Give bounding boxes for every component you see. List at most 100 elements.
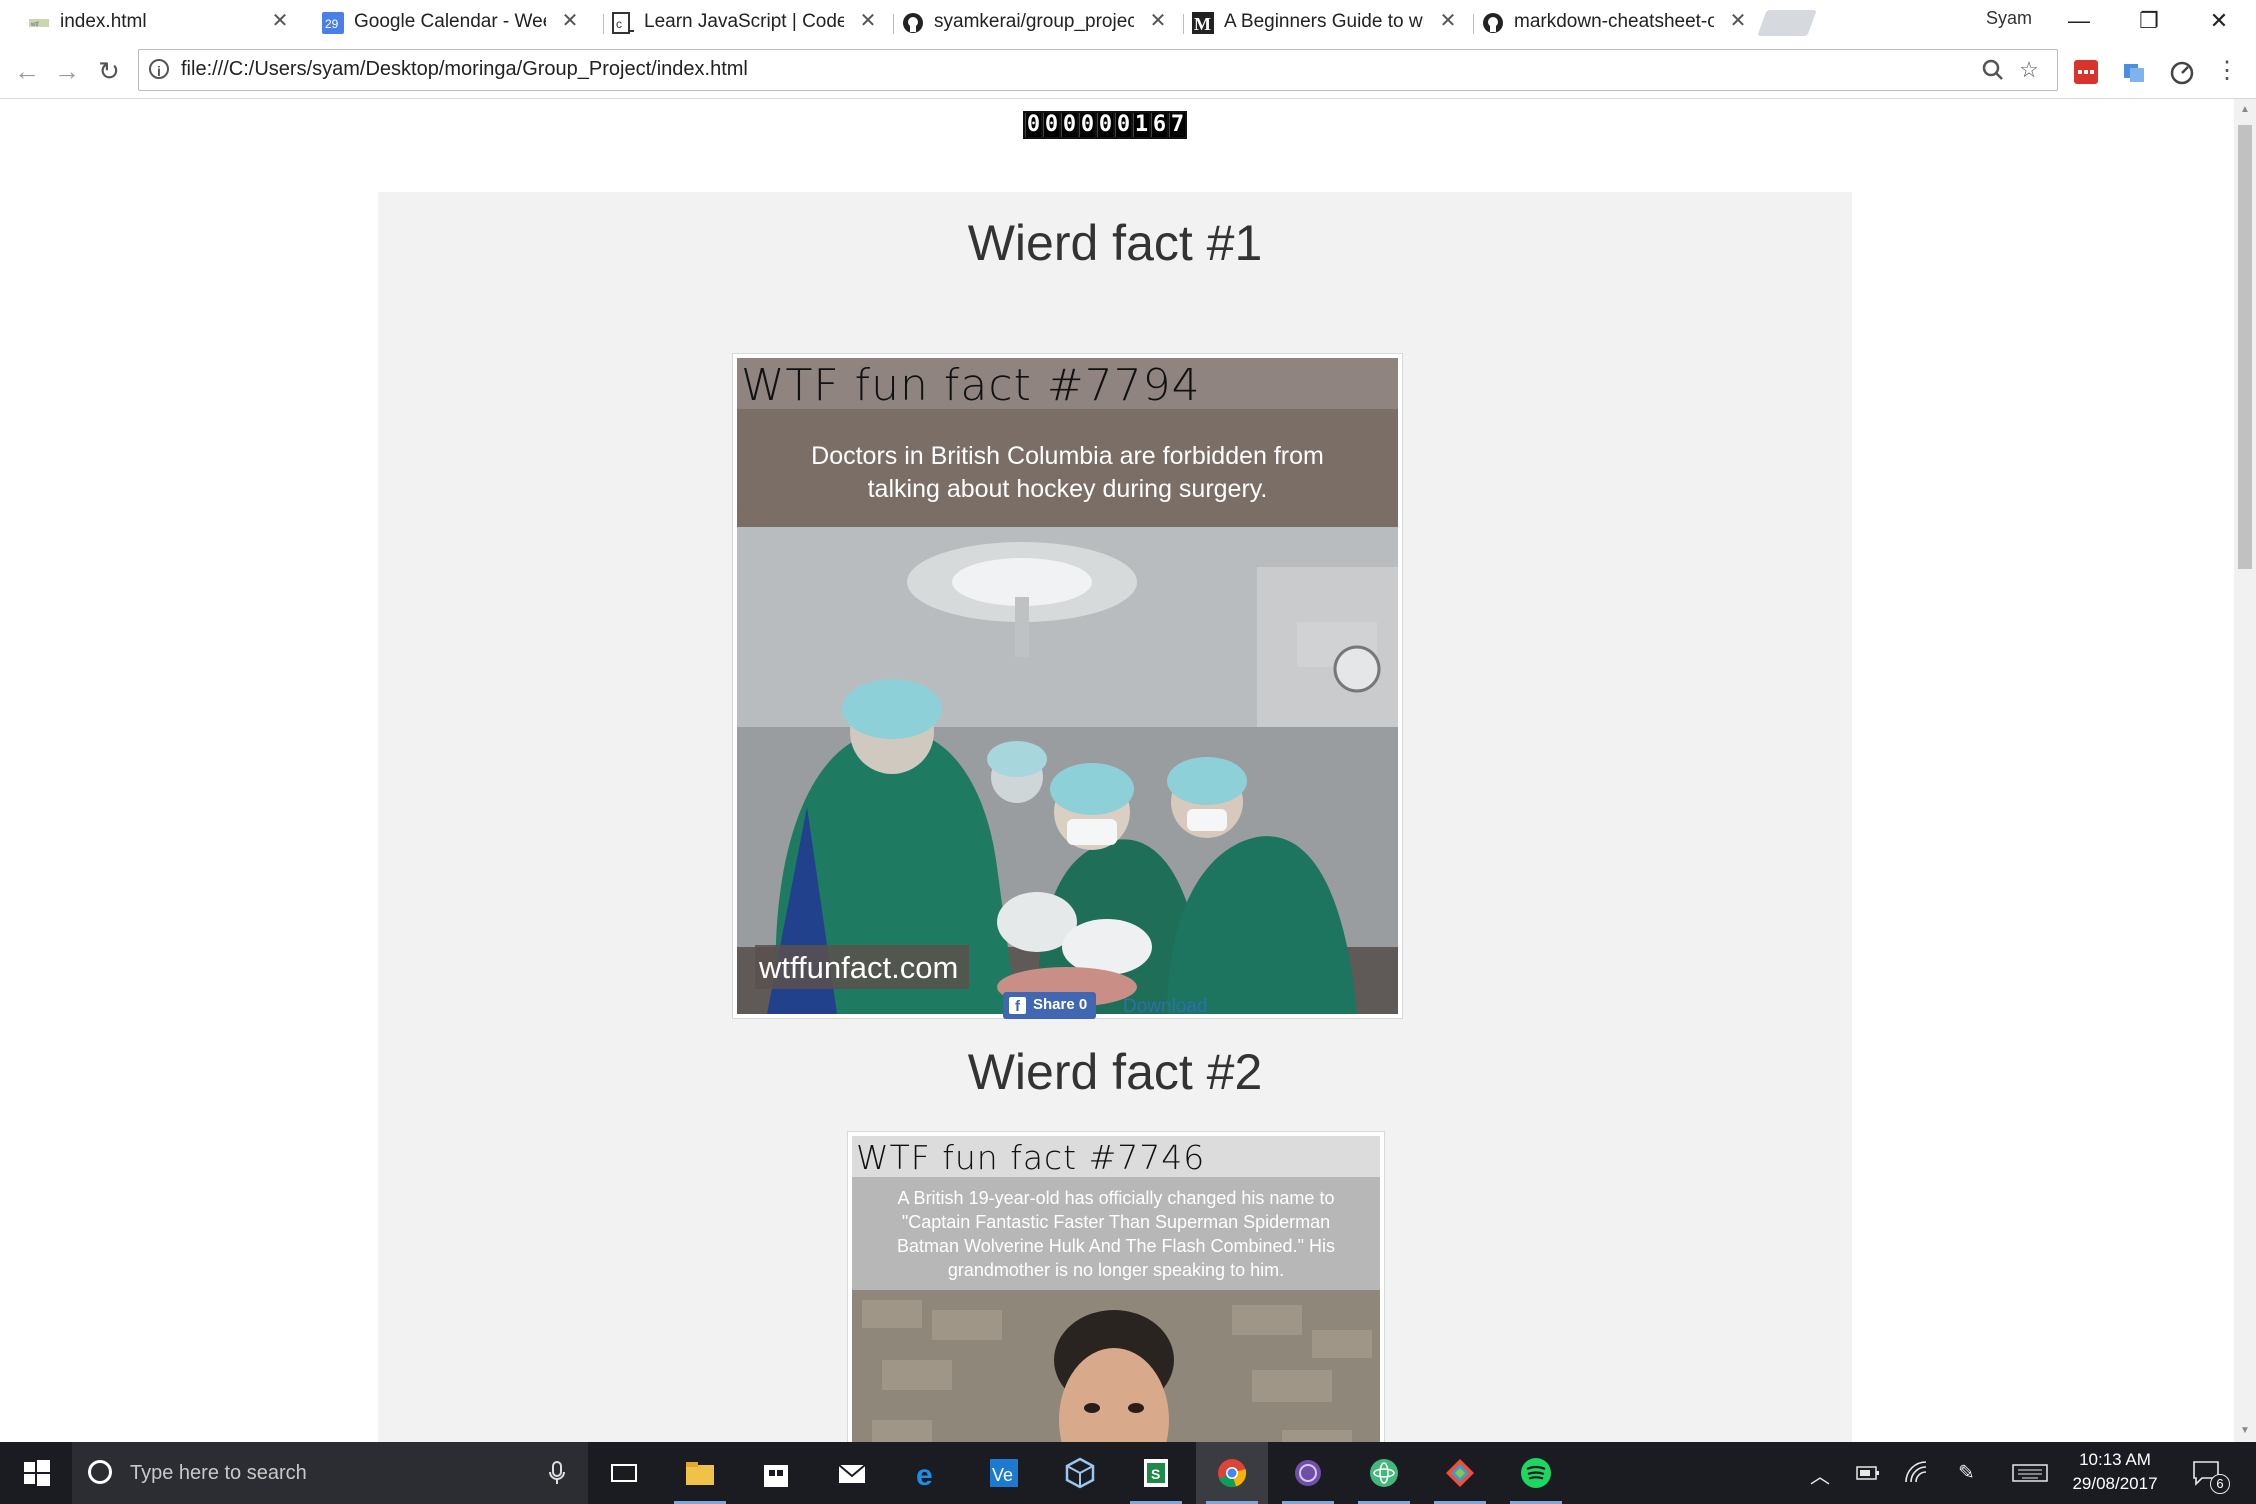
mail-icon[interactable] xyxy=(816,1442,888,1504)
visual-studio-code-icon[interactable]: Ve xyxy=(968,1442,1040,1504)
fact-1-text-line: talking about hockey during surgery. xyxy=(867,475,1268,503)
windows-taskbar: Type here to search e Ve S ︿ ✎ 10:13 AM … xyxy=(0,1442,2256,1504)
counter-digit: 6 xyxy=(1151,112,1167,137)
git-kraken-icon[interactable] xyxy=(1424,1442,1496,1504)
fact-2-banner-title: WTF fun fact #7746 xyxy=(856,1138,1206,1177)
virtualbox-icon[interactable] xyxy=(1044,1442,1116,1504)
fact-1-image: WTF fun fact #7794 Doctors in British Co… xyxy=(737,358,1398,1014)
tab-title: Learn JavaScript | Codeca xyxy=(644,11,844,32)
restore-icon[interactable]: ❐ xyxy=(2114,0,2184,44)
chrome-taskbar-icon[interactable] xyxy=(1196,1442,1268,1504)
web-page: 0 0 0 0 0 0 1 6 7 Wierd fact #1 WTF fun … xyxy=(0,99,2234,1442)
close-window-icon[interactable]: ✕ xyxy=(2184,0,2254,44)
svg-text:e: e xyxy=(916,1459,933,1489)
counter-digit: 0 xyxy=(1043,112,1059,137)
fact-2-text: A British 19-year-old has officially cha… xyxy=(852,1186,1380,1282)
tab-title: Google Calendar - Week xyxy=(354,11,546,32)
search-placeholder: Type here to search xyxy=(130,1462,307,1484)
atom-editor-icon[interactable] xyxy=(1348,1442,1420,1504)
tab-strip: wtf index.html ✕ 29 Google Calendar - We… xyxy=(0,0,2256,44)
windows-start-icon[interactable] xyxy=(0,1442,72,1504)
counter-digit: 0 xyxy=(1025,112,1041,137)
show-hidden-icons-chevron-icon[interactable]: ︿ xyxy=(1810,1460,1830,1489)
tab-index-html[interactable]: wtf index.html ✕ xyxy=(6,0,306,44)
share-button-label: Share 0 xyxy=(1033,996,1088,1013)
extension-red-icon[interactable] xyxy=(2072,58,2100,86)
tab-github-group-project[interactable]: syamkerai/group_project ✕ xyxy=(894,0,1184,44)
close-tab-icon[interactable]: ✕ xyxy=(1146,9,1170,33)
tab-medium[interactable]: M A Beginners Guide to wri ✕ xyxy=(1184,0,1474,44)
store-icon[interactable] xyxy=(740,1442,812,1504)
tab-title: index.html xyxy=(60,11,147,32)
profile-name[interactable]: Syam xyxy=(1986,8,2032,29)
extension-gauge-icon[interactable] xyxy=(2168,58,2196,86)
fact-1-text-line: Doctors in British Columbia are forbidde… xyxy=(811,442,1324,470)
tab-google-calendar[interactable]: 29 Google Calendar - Week ✕ xyxy=(306,0,596,44)
fact-2-text-line: Batman Wolverine Hulk And The Flash Comb… xyxy=(897,1236,1335,1256)
tor-browser-icon[interactable] xyxy=(1272,1442,1344,1504)
scrollbar-thumb[interactable] xyxy=(2238,125,2252,569)
medium-icon: M xyxy=(1192,12,1214,34)
wifi-icon[interactable] xyxy=(1904,1460,1930,1484)
info-icon[interactable]: i xyxy=(149,59,169,79)
tab-title: syamkerai/group_project xyxy=(934,11,1134,32)
facebook-share-button[interactable]: f Share 0 xyxy=(1003,992,1096,1019)
pen-workspace-icon[interactable]: ✎ xyxy=(1958,1460,1975,1485)
counter-digit: 1 xyxy=(1133,112,1149,137)
page-scrollbar[interactable]: ▲ ▼ xyxy=(2234,99,2256,1442)
address-bar[interactable]: i file:///C:/Users/syam/Desktop/moringa/… xyxy=(138,49,2058,91)
reload-icon[interactable]: ↻ xyxy=(94,56,124,86)
fact-1-watermark: wtffunfact.com xyxy=(759,950,959,985)
fact-2-image: WTF fun fact #7746 A British 19-year-old… xyxy=(852,1136,1380,1442)
spotify-icon[interactable] xyxy=(1500,1442,1572,1504)
counter-digit: 7 xyxy=(1169,112,1185,137)
surgery-photo xyxy=(737,527,1398,1014)
github-icon xyxy=(903,13,923,33)
chrome-menu-icon[interactable]: ⋮ xyxy=(2212,56,2242,86)
close-tab-icon[interactable]: ✕ xyxy=(558,9,582,33)
close-tab-icon[interactable]: ✕ xyxy=(856,9,880,33)
svg-text:S: S xyxy=(1151,1466,1160,1482)
microphone-icon[interactable] xyxy=(546,1460,568,1486)
sway-icon[interactable]: S xyxy=(1120,1442,1192,1504)
close-tab-icon[interactable]: ✕ xyxy=(1436,9,1460,33)
system-clock[interactable]: 10:13 AM 29/08/2017 xyxy=(2060,1448,2170,1496)
svg-text:29: 29 xyxy=(325,17,339,31)
download-link[interactable]: Download xyxy=(1123,996,1208,1018)
tab-codecademy[interactable]: c Learn JavaScript | Codeca ✕ xyxy=(604,0,894,44)
touch-keyboard-icon[interactable] xyxy=(2012,1464,2048,1482)
bookmark-star-icon[interactable]: ☆ xyxy=(2015,56,2043,84)
counter-digit: 0 xyxy=(1115,112,1131,137)
close-tab-icon[interactable]: ✕ xyxy=(268,9,292,33)
action-center-icon[interactable]: 6 xyxy=(2190,1456,2230,1494)
battery-icon[interactable] xyxy=(1856,1464,1880,1482)
file-explorer-icon[interactable] xyxy=(664,1442,736,1504)
scroll-up-icon[interactable]: ▲ xyxy=(2238,103,2252,117)
svg-text:c: c xyxy=(616,17,622,31)
tab-title: markdown-cheatsheet-o xyxy=(1514,11,1714,32)
task-view-icon[interactable] xyxy=(588,1442,660,1504)
github-icon xyxy=(1483,13,1503,33)
svg-text:wtf: wtf xyxy=(30,22,39,28)
young-man-photo xyxy=(852,1290,1380,1442)
fact-2-text-line: grandmother is no longer speaking to him… xyxy=(947,1260,1285,1280)
taskbar-search-box[interactable]: Type here to search xyxy=(72,1442,588,1504)
minimize-icon[interactable]: — xyxy=(2044,0,2114,44)
fact-1-image-card: WTF fun fact #7794 Doctors in British Co… xyxy=(732,353,1403,1019)
notification-count-badge: 6 xyxy=(2210,1474,2230,1494)
address-url[interactable]: file:///C:/Users/syam/Desktop/moringa/Gr… xyxy=(181,58,748,81)
counter-digit: 0 xyxy=(1097,112,1113,137)
new-tab-button[interactable] xyxy=(1757,10,1817,36)
extension-translate-icon[interactable] xyxy=(2120,58,2148,86)
fact-1-heading: Wierd fact #1 xyxy=(967,215,1263,271)
fact-2-text-line: "Captain Fantastic Faster Than Superman … xyxy=(901,1212,1331,1232)
back-arrow-icon[interactable]: ← xyxy=(12,56,42,86)
close-tab-icon[interactable]: ✕ xyxy=(1726,9,1750,33)
scroll-down-icon[interactable]: ▼ xyxy=(2238,1424,2252,1438)
page-favicon-icon: wtf xyxy=(29,19,49,28)
zoom-search-icon[interactable] xyxy=(1979,56,2007,84)
fact-2-heading: Wierd fact #2 xyxy=(967,1044,1263,1100)
forward-arrow-icon[interactable]: → xyxy=(52,56,82,86)
edge-browser-icon[interactable]: e xyxy=(892,1442,964,1504)
tab-markdown-cheatsheet[interactable]: markdown-cheatsheet-o ✕ xyxy=(1474,0,1764,44)
